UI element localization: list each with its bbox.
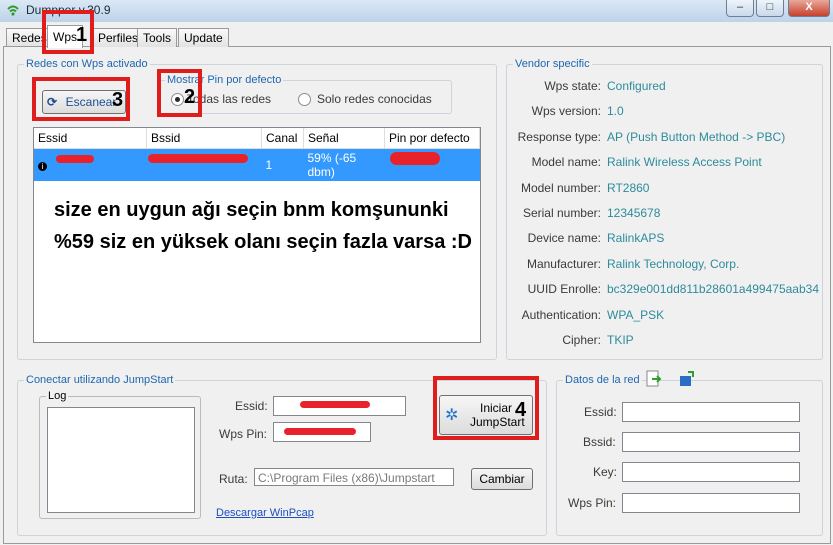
log-legend: Log (48, 390, 67, 402)
jumpstart-essid-label: Essid: (235, 399, 268, 413)
net-essid-input[interactable] (622, 402, 800, 422)
vendor-field-label: Wps state: (544, 79, 601, 93)
col-essid[interactable]: Essid (34, 128, 147, 149)
radio-known-networks-label: Solo redes conocidas (317, 92, 432, 106)
change-path-button[interactable]: Cambiar (471, 468, 533, 490)
vendor-field-value: Configured (607, 79, 666, 93)
import-icon[interactable] (678, 370, 696, 388)
redaction-scribble (56, 155, 94, 163)
download-winpcap-link[interactable]: Descargar WinPcap (216, 507, 314, 519)
vendor-field-label: Manufacturer: (526, 256, 601, 271)
tab-update[interactable]: Update (178, 28, 229, 47)
vendor-field-label: Authentication: (521, 307, 601, 322)
annotation-number-1: 1 (76, 24, 88, 46)
vendor-field-label: Serial number: (522, 206, 601, 220)
redaction-scribble (148, 154, 248, 163)
vendor-field-value: WPA_PSK (607, 307, 665, 322)
radio-known-networks[interactable] (298, 93, 311, 106)
vendor-specific-legend: Vendor specific (515, 58, 590, 70)
vendor-field-row: Authentication: WPA_PSK (507, 308, 819, 326)
export-icon[interactable] (646, 370, 662, 388)
vendor-field-row: Device name: RalinkAPS (507, 231, 819, 249)
wps-networks-legend: Redes con Wps activado (26, 58, 148, 70)
net-essid-label: Essid: (584, 405, 617, 419)
log-textarea[interactable] (47, 407, 195, 513)
vendor-field-label: UUID Enrolle: (527, 282, 601, 297)
redaction-scribble (390, 152, 440, 165)
maximize-button[interactable]: □ (756, 0, 784, 17)
net-wpspin-input[interactable] (622, 493, 800, 513)
vendor-field-value: AP (Push Button Method -> PBC) (607, 129, 786, 144)
row-senal: 59% (-65 dbm) (303, 148, 385, 181)
minimize-button[interactable]: – (726, 0, 754, 17)
row-essid: i (34, 148, 147, 181)
ruta-input[interactable]: C:\Program Files (x86)\Jumpstart (254, 468, 454, 486)
vendor-field-row: Wps version: 1.0 (507, 104, 819, 122)
net-wpspin-label: Wps Pin: (568, 496, 617, 510)
vendor-field-row: Manufacturer: Ralink Technology, Corp. (507, 257, 819, 275)
vendor-field-value: TKIP (607, 333, 634, 347)
network-data-legend: Datos de la red (565, 374, 640, 386)
annotation-number-2: 2 (184, 86, 196, 108)
annotation-box-2 (157, 69, 202, 117)
jumpstart-wpspin-label: Wps Pin: (219, 427, 268, 441)
net-bssid-input[interactable] (622, 432, 800, 452)
vendor-field-value: 12345678 (607, 206, 661, 220)
vendor-field-row: Model name: Ralink Wireless Access Point (507, 155, 819, 173)
col-pin[interactable]: Pin por defecto (384, 128, 480, 149)
col-bssid[interactable]: Bssid (146, 128, 262, 149)
net-key-input[interactable] (622, 462, 800, 482)
vendor-field-label: Response type: (517, 129, 601, 144)
annotation-number-4: 4 (515, 399, 527, 421)
ruta-label: Ruta: (219, 472, 248, 486)
vendor-field-row: Model number: RT2860 (507, 181, 819, 199)
vendor-field-value: RT2860 (607, 180, 650, 195)
redaction-scribble (300, 401, 370, 408)
vendor-field-label: Cipher: (562, 333, 601, 347)
instruction-annotation: size en uygun ağı seçin bnm komşununki %… (54, 199, 472, 253)
title-bar (0, 0, 833, 22)
vendor-field-value: Ralink Technology, Corp. (607, 256, 740, 271)
col-canal[interactable]: Canal (261, 128, 304, 149)
tab-tools[interactable]: Tools (137, 28, 178, 47)
vendor-field-value: RalinkAPS (607, 231, 665, 246)
vendor-field-row: Wps state: Configured (507, 79, 819, 97)
redaction-scribble (284, 428, 356, 435)
vendor-field-label: Model number: (520, 180, 601, 195)
annotation-number-3: 3 (112, 89, 124, 111)
vendor-field-row: Response type: AP (Push Button Method -> … (507, 130, 819, 148)
vendor-field-label: Device name: (527, 231, 601, 246)
net-bssid-label: Bssid: (583, 435, 616, 449)
wifi-app-icon (6, 3, 20, 17)
vendor-field-label: Wps version: (531, 104, 601, 119)
net-key-label: Key: (593, 465, 618, 479)
row-canal: 1 (261, 148, 304, 181)
close-button[interactable]: X (788, 0, 830, 17)
vendor-field-row: Serial number: 12345678 (507, 206, 819, 224)
vendor-field-value: bc329e001dd811b28601a499475aab34 (607, 282, 819, 297)
col-senal[interactable]: Señal (303, 128, 385, 149)
vendor-field-row: UUID Enrolle: bc329e001dd811b28601a499475… (507, 282, 819, 300)
vendor-field-row: Cipher: TKIP (507, 333, 819, 351)
jumpstart-legend: Conectar utilizando JumpStart (26, 374, 174, 386)
vendor-field-value: 1.0 (607, 104, 624, 119)
vendor-field-label: Model name: (531, 155, 601, 170)
vendor-field-value: Ralink Wireless Access Point (607, 155, 762, 170)
info-icon: i (38, 162, 47, 171)
